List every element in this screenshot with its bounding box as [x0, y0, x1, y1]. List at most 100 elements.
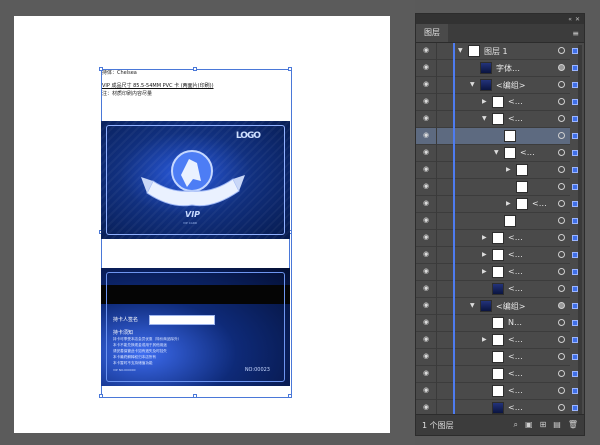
visibility-eye-icon[interactable]: ◉ [423, 115, 433, 122]
target-circle-icon[interactable] [558, 319, 565, 326]
target-circle-icon[interactable] [558, 370, 565, 377]
collapse-triangle-icon[interactable]: ▼ [494, 149, 499, 157]
lock-column[interactable] [436, 179, 437, 196]
lock-column[interactable] [436, 213, 437, 230]
target-circle-icon[interactable] [558, 285, 565, 292]
layers-list[interactable]: ◉ ▼ 图层 1 ◉ 字体… ◉ ▼ <编组> ◉ ▶ <… ◉ ▼ <… ◉ ◉ ▼ <… ◉ ▶ ◉ ◉ ▶ <… ◉ ◉ ▶ <… [416, 43, 584, 415]
new-sublayer-icon[interactable]: ⊞ [540, 420, 547, 430]
layer-name[interactable]: <… [508, 267, 523, 276]
lock-column[interactable] [436, 315, 437, 332]
vip-card-front[interactable]: LOGO VIP VIP CARD [101, 121, 290, 239]
target-circle-icon[interactable] [558, 166, 565, 173]
lock-column[interactable] [436, 94, 437, 111]
layer-name[interactable]: <… [508, 369, 523, 378]
layer-name[interactable]: <… [520, 148, 535, 157]
target-circle-icon[interactable] [558, 183, 565, 190]
lock-column[interactable] [436, 111, 437, 128]
selection-handle-tc[interactable] [193, 67, 197, 71]
layer-name[interactable]: <编组> [496, 80, 525, 91]
expand-triangle-icon[interactable]: ▶ [506, 166, 511, 174]
layer-row[interactable]: ◉ ▶ <… [416, 332, 578, 349]
visibility-eye-icon[interactable]: ◉ [423, 302, 433, 309]
visibility-eye-icon[interactable]: ◉ [423, 353, 433, 360]
new-layer-icon[interactable]: ▤ [553, 420, 561, 430]
expand-triangle-icon[interactable]: ▶ [482, 268, 487, 276]
visibility-eye-icon[interactable]: ◉ [423, 132, 433, 139]
target-circle-icon[interactable] [558, 234, 565, 241]
tab-layers[interactable]: 图层 [416, 24, 448, 42]
lock-column[interactable] [436, 162, 437, 179]
visibility-eye-icon[interactable]: ◉ [423, 336, 433, 343]
selection-handle-br[interactable] [288, 394, 292, 398]
expand-triangle-icon[interactable]: ▶ [506, 200, 511, 208]
layer-row[interactable]: ◉ ▼ <编组> [416, 77, 578, 94]
lock-column[interactable] [436, 128, 437, 145]
layer-name[interactable]: <… [532, 199, 547, 208]
lock-column[interactable] [436, 230, 437, 247]
target-circle-icon[interactable] [558, 387, 565, 394]
collapse-triangle-icon[interactable]: ▼ [470, 302, 475, 310]
visibility-eye-icon[interactable]: ◉ [423, 285, 433, 292]
visibility-eye-icon[interactable]: ◉ [423, 200, 433, 207]
layer-row[interactable]: ◉ ▶ <… [416, 230, 578, 247]
lock-column[interactable] [436, 383, 437, 400]
layer-name[interactable]: <… [508, 97, 523, 106]
lock-column[interactable] [436, 196, 437, 213]
target-circle-icon[interactable] [558, 200, 565, 207]
layer-row[interactable]: ◉ ▼ 图层 1 [416, 43, 578, 60]
target-circle-icon[interactable] [558, 47, 565, 54]
visibility-eye-icon[interactable]: ◉ [423, 166, 433, 173]
layer-name[interactable]: <编组> [496, 301, 525, 312]
layer-row[interactable]: ◉ <… [416, 281, 578, 298]
layer-row[interactable]: ◉ <… [416, 400, 578, 415]
layer-name[interactable]: <… [508, 352, 523, 361]
target-circle-icon[interactable] [558, 115, 565, 122]
layer-name[interactable]: N… [508, 318, 522, 327]
collapse-triangle-icon[interactable]: ▼ [482, 115, 487, 123]
close-panel-icon[interactable]: ✕ [575, 16, 580, 23]
expand-triangle-icon[interactable]: ▶ [482, 234, 487, 242]
layer-name[interactable]: <… [508, 386, 523, 395]
visibility-eye-icon[interactable]: ◉ [423, 217, 433, 224]
lock-column[interactable] [436, 298, 437, 315]
layer-row[interactable]: ◉ ▶ <… [416, 196, 578, 213]
lock-column[interactable] [436, 400, 437, 415]
lock-column[interactable] [436, 281, 437, 298]
expand-triangle-icon[interactable]: ▶ [482, 98, 487, 106]
canvas-area[interactable]: 持体：Chelsea VIP 成品尺寸 85.5-54MM PVC 卡 (两面片… [0, 0, 415, 445]
visibility-eye-icon[interactable]: ◉ [423, 319, 433, 326]
visibility-eye-icon[interactable]: ◉ [423, 149, 433, 156]
layer-name[interactable]: <… [508, 114, 523, 123]
target-circle-icon[interactable] [558, 81, 565, 88]
layer-row[interactable]: ◉ ▶ [416, 162, 578, 179]
lock-column[interactable] [436, 77, 437, 94]
layers-scrollbar[interactable] [578, 45, 582, 415]
layer-name[interactable]: <… [508, 335, 523, 344]
selection-handle-bl[interactable] [99, 394, 103, 398]
collapse-triangle-icon[interactable]: ▼ [458, 47, 463, 55]
layer-row[interactable]: ◉ <… [416, 349, 578, 366]
panel-topbar[interactable]: « ✕ [416, 14, 584, 24]
lock-column[interactable] [436, 264, 437, 281]
selection-handle-tl[interactable] [99, 67, 103, 71]
visibility-eye-icon[interactable]: ◉ [423, 370, 433, 377]
layer-name[interactable]: <… [508, 250, 523, 259]
target-circle-icon[interactable] [558, 302, 565, 309]
target-circle-icon[interactable] [558, 268, 565, 275]
layer-name[interactable]: 字体… [496, 63, 520, 74]
lock-column[interactable] [436, 43, 437, 60]
layer-row[interactable]: ◉ ▼ <… [416, 111, 578, 128]
panel-menu-icon[interactable]: ≡ [572, 29, 579, 38]
delete-layer-icon[interactable]: 🗑 [568, 420, 578, 430]
visibility-eye-icon[interactable]: ◉ [423, 64, 433, 71]
target-circle-icon[interactable] [558, 64, 565, 71]
layer-name[interactable]: <… [508, 284, 523, 293]
selection-handle-bc[interactable] [193, 394, 197, 398]
visibility-eye-icon[interactable]: ◉ [423, 251, 433, 258]
layer-name[interactable]: <… [508, 403, 523, 412]
layer-row[interactable]: ◉ ▼ <… [416, 145, 578, 162]
lock-column[interactable] [436, 366, 437, 383]
vip-card-back[interactable]: 持卡人签名 持卡须知 持卡可享受本店会员优惠（特价商品除外） 本卡不能兑换现金或… [101, 268, 290, 386]
target-circle-icon[interactable] [558, 404, 565, 411]
layer-row[interactable]: ◉ [416, 128, 578, 145]
